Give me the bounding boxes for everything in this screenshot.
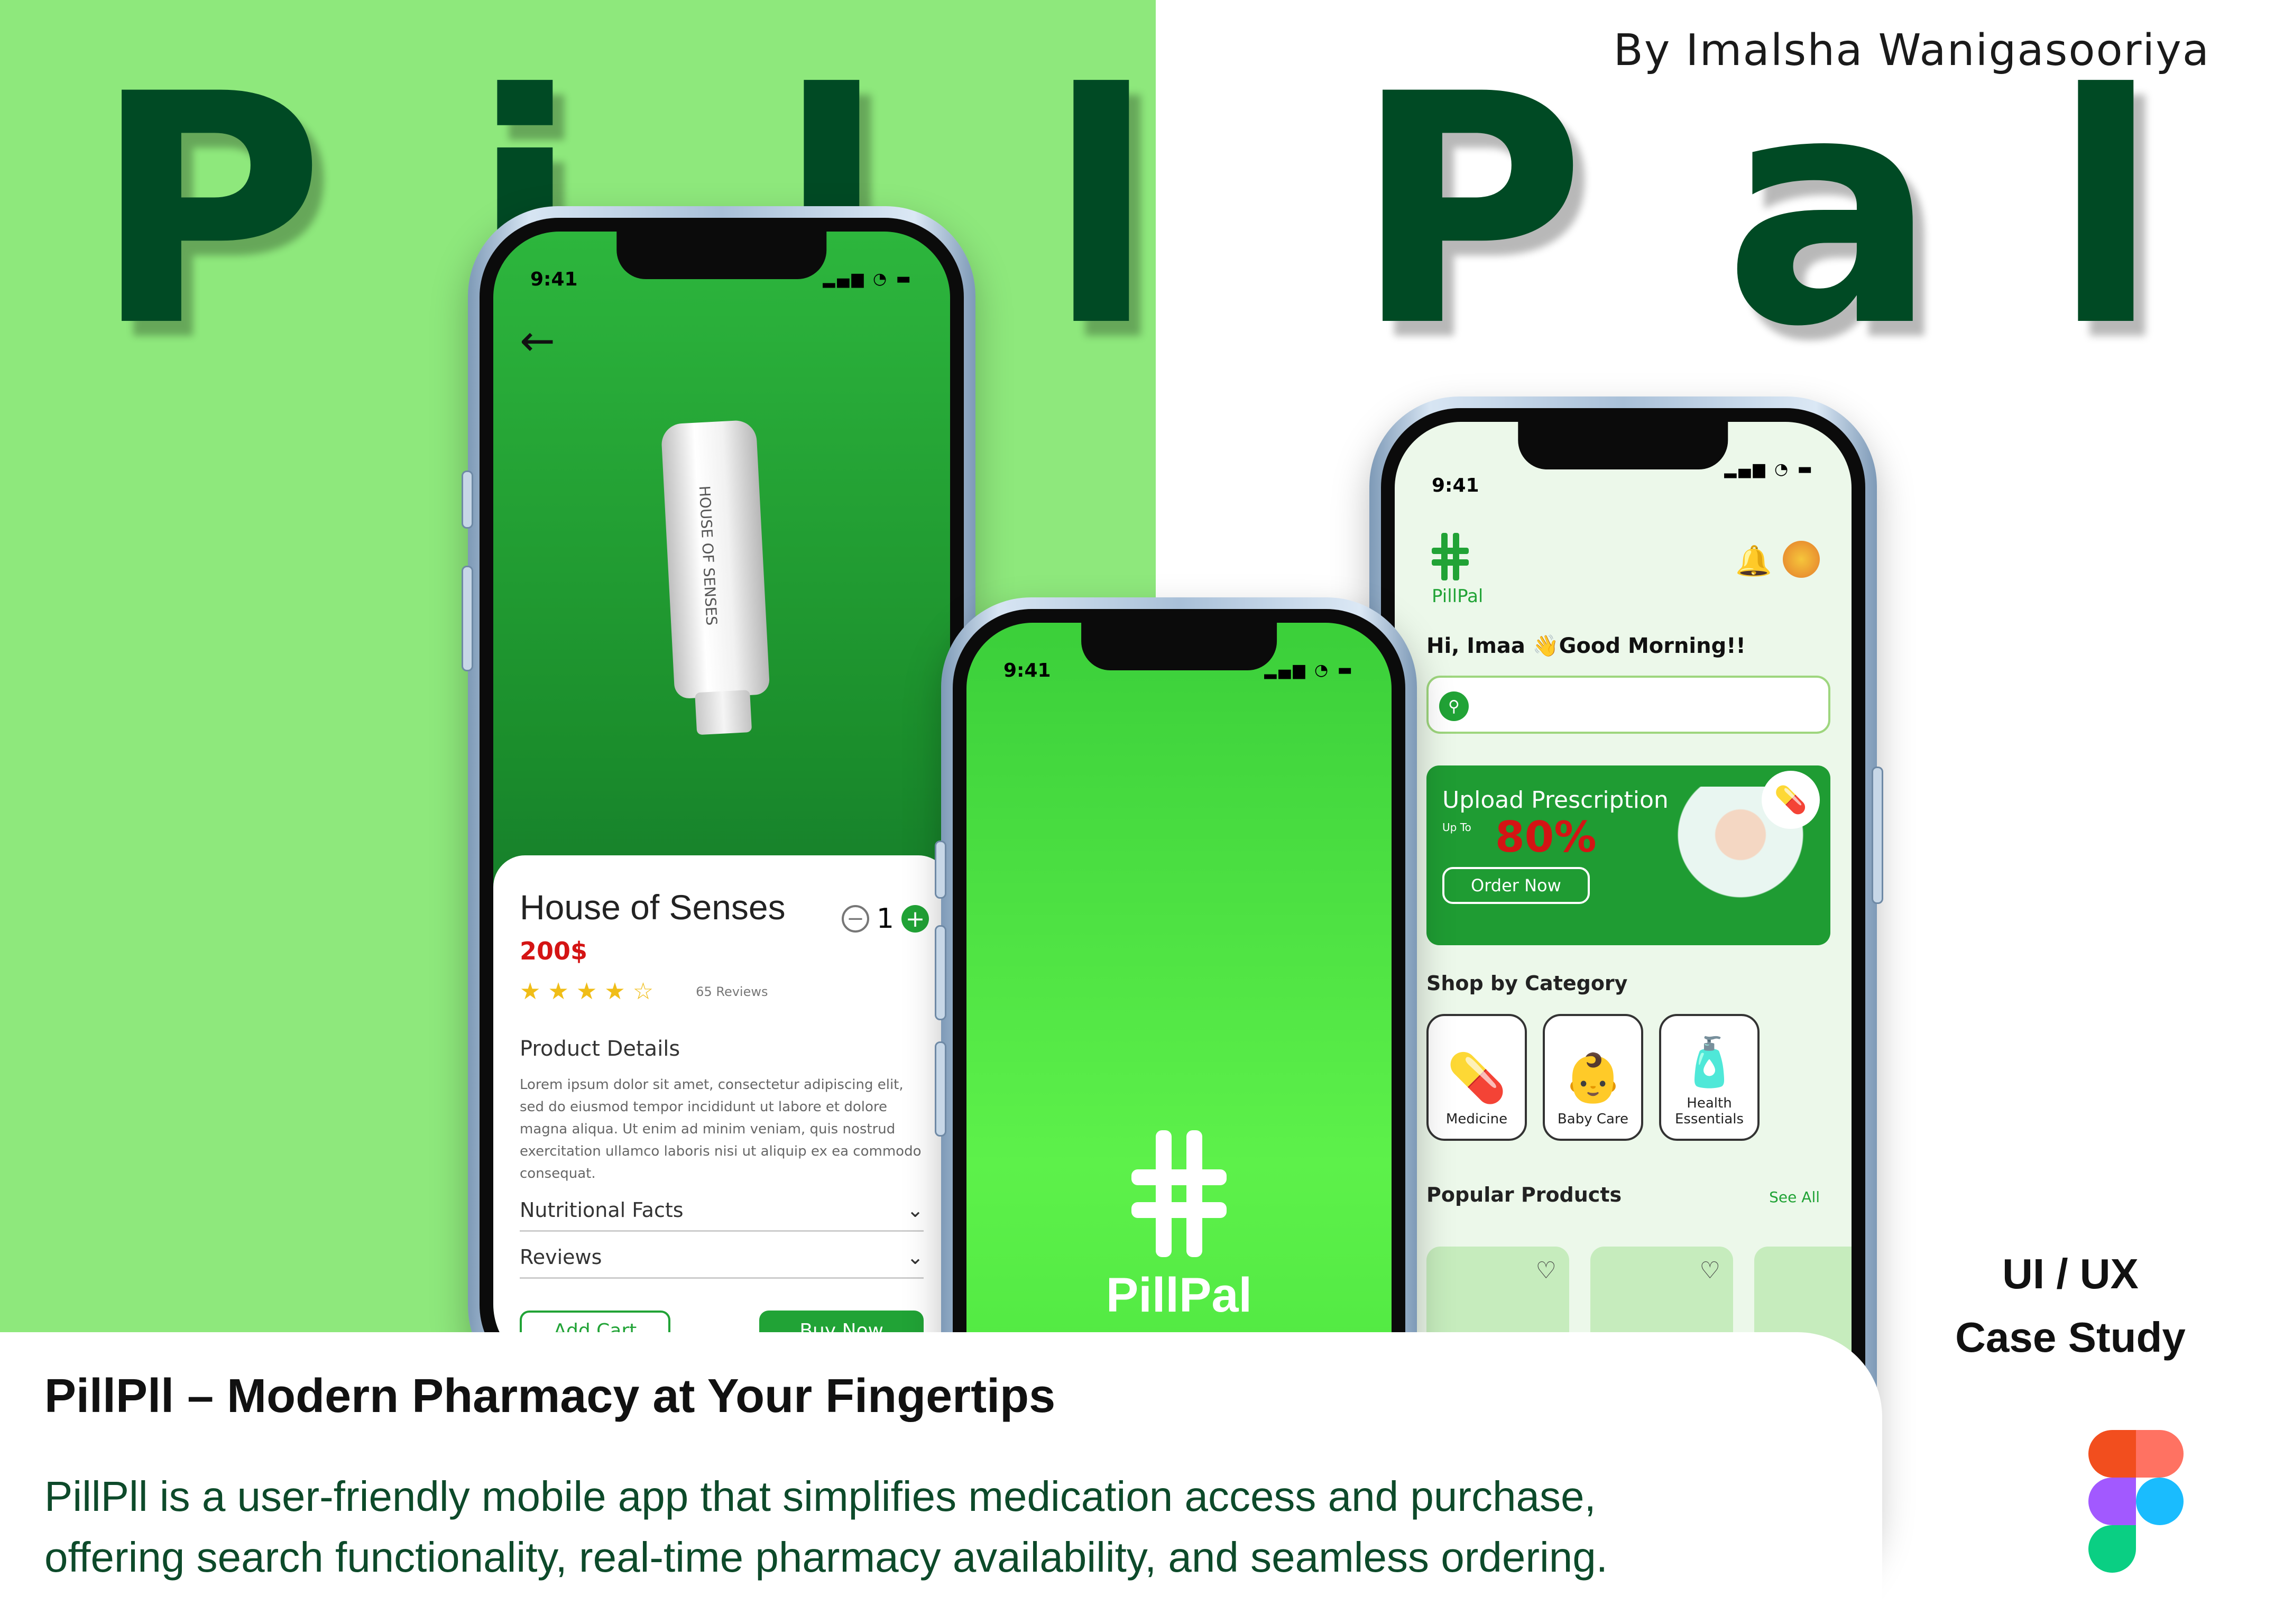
status-icons: ▂▄▆ ◔ ▬ [823, 270, 913, 288]
splash-app-name: PillPal [1106, 1268, 1252, 1322]
tag-line: Case Study [1955, 1314, 2186, 1361]
category-label: Baby Care [1557, 1111, 1629, 1127]
product-description: Lorem ipsum dolor sit amet, consectetur … [520, 1077, 922, 1182]
chevron-down-icon: ⌄ [907, 1245, 924, 1269]
side-button [1872, 767, 1883, 904]
notch [1081, 623, 1277, 670]
bell-icon[interactable]: 🔔 [1735, 543, 1772, 578]
shop-by-category-heading: Shop by Category [1426, 972, 1628, 995]
description-line: offering search functionality, real-time… [44, 1534, 1608, 1581]
status-time: 9:41 [1003, 660, 1051, 681]
bottle-icon: 🧴 [1679, 1035, 1739, 1090]
minus-icon[interactable]: − [841, 905, 869, 933]
brand-letter: l [1047, 26, 1156, 396]
category-baby-care[interactable]: 👶 Baby Care [1543, 1014, 1643, 1141]
search-input[interactable]: ⚲ [1426, 676, 1830, 734]
poster: By Imalsha Wanigasooriya P i l l P a l 9… [0, 0, 2284, 1624]
plus-icon[interactable]: + [901, 905, 929, 933]
nutritional-facts-label: Nutritional Facts [520, 1198, 684, 1222]
popular-products-heading: Popular Products [1426, 1183, 1622, 1206]
app-logo: PillPal [1432, 533, 1483, 607]
headline: PillPll – Modern Pharmacy at Your Finger… [44, 1370, 1056, 1423]
star-icons: ★ ★ ★ ★ ☆ [520, 978, 654, 1005]
medicine-icon: 💊 [1447, 1050, 1507, 1106]
category-medicine[interactable]: 💊 Medicine [1426, 1014, 1527, 1141]
product-image: HOUSE OF SENSES [660, 419, 770, 735]
search-icon: ⚲ [1439, 691, 1469, 721]
see-all-link[interactable]: See All [1769, 1188, 1820, 1206]
tag-line: UI / UX [2002, 1250, 2139, 1297]
pill-bubble-icon: 💊 [1762, 771, 1820, 829]
product-detail-screen: 9:41 ▂▄▆ ◔ ▬ ← HOUSE OF SENSES House of … [493, 232, 950, 1370]
back-arrow-icon[interactable]: ← [520, 316, 555, 365]
review-count: 65 Reviews [696, 984, 768, 999]
category-list: 💊 Medicine 👶 Baby Care 🧴 Health Essentia… [1426, 1014, 1760, 1141]
logo-text: PillPal [1432, 586, 1484, 607]
tube-label: HOUSE OF SENSES [695, 485, 721, 626]
status-time: 9:41 [530, 269, 578, 290]
quantity-value: 1 [876, 903, 894, 935]
status-time: 9:41 [1432, 475, 1479, 496]
greeting: Hi, Imaa 👋Good Morning!! [1426, 634, 1746, 658]
reviews-label: Reviews [520, 1245, 602, 1269]
order-now-button[interactable]: Order Now [1442, 867, 1590, 904]
brand-letter: P [93, 26, 325, 396]
reviews-row[interactable]: Reviews ⌄ [520, 1245, 924, 1279]
product-price: 200$ [520, 937, 588, 965]
heart-icon[interactable]: ♡ [1536, 1257, 1557, 1284]
category-health-essentials[interactable]: 🧴 Health Essentials [1659, 1014, 1760, 1141]
case-study-tag: UI / UX Case Study [1912, 1242, 2229, 1369]
nutritional-facts-row[interactable]: Nutritional Facts ⌄ [520, 1198, 924, 1232]
chevron-down-icon: ⌄ [907, 1198, 924, 1222]
description-line: PillPll is a user-friendly mobile app th… [44, 1473, 1596, 1520]
notch [616, 232, 827, 279]
side-button [462, 470, 473, 529]
side-button [935, 841, 946, 899]
quantity-stepper: − 1 + [841, 903, 929, 935]
side-button [462, 566, 473, 671]
avatar[interactable] [1783, 541, 1820, 578]
baby-icon: 👶 [1563, 1050, 1623, 1106]
promo-banner: Upload Prescription Up To 80% Order Now … [1426, 765, 1830, 945]
brand-letter: l [2051, 26, 2160, 396]
figma-icon [2088, 1430, 2184, 1573]
pillpal-cross-icon [1131, 1130, 1227, 1257]
pillpal-cross-icon [1432, 533, 1469, 580]
side-button [935, 925, 946, 1020]
category-label: Medicine [1445, 1111, 1508, 1127]
notch [1518, 422, 1728, 469]
status-icons: ▂▄▆ ◔ ▬ [1264, 661, 1355, 679]
heart-icon[interactable]: ♡ [1700, 1257, 1720, 1284]
phone-product-detail: 9:41 ▂▄▆ ◔ ▬ ← HOUSE OF SENSES House of … [462, 206, 975, 1396]
rating: ★ ★ ★ ★ ☆ 65 Reviews [520, 978, 924, 1005]
brand-letter: P [1353, 26, 1586, 396]
status-icons: ▂▄▆ ◔ ▬ [1724, 460, 1815, 478]
brand-letter: a [1724, 26, 1938, 396]
product-detail-card: House of Senses 200$ − 1 + ★ ★ ★ ★ ☆ 65 … [493, 855, 950, 1370]
side-button [935, 1041, 946, 1137]
product-details-heading: Product Details [520, 1037, 680, 1061]
category-label: Health Essentials [1674, 1095, 1744, 1127]
